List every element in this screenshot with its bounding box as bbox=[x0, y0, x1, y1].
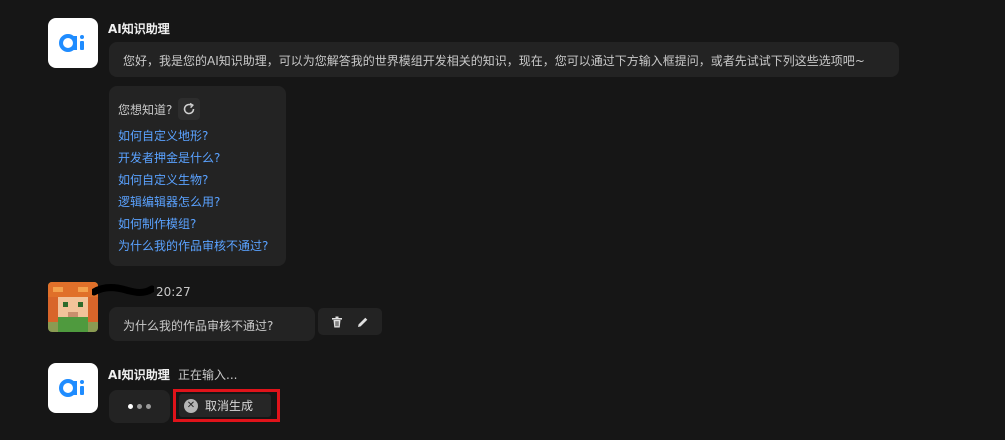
typing-status: 正在输入... bbox=[178, 368, 238, 382]
suggestion-list: 如何自定义地形? 开发者押金是什么? 如何自定义生物? 逻辑编辑器怎么用? 如何… bbox=[118, 125, 286, 257]
message-actions bbox=[318, 308, 382, 335]
ai-logo-icon bbox=[58, 32, 88, 54]
message-time: 20:27 bbox=[156, 285, 191, 299]
assistant-name: AI知识助理 bbox=[108, 368, 170, 382]
edit-icon[interactable] bbox=[353, 312, 373, 332]
assistant-avatar bbox=[48, 363, 98, 413]
suggestion-link[interactable]: 逻辑编辑器怎么用? bbox=[118, 191, 286, 213]
suggestion-card: 您想知道? 如何自定义地形? 开发者押金是什么? 如何自定义生物? 逻辑编辑器怎… bbox=[109, 86, 286, 266]
cancel-generation-button[interactable]: ✕ 取消生成 bbox=[173, 389, 280, 422]
assistant-name: AI知识助理 bbox=[108, 22, 170, 36]
suggestion-link[interactable]: 为什么我的作品审核不通过? bbox=[118, 235, 286, 257]
suggestion-link[interactable]: 开发者押金是什么? bbox=[118, 147, 286, 169]
suggestion-link[interactable]: 如何自定义生物? bbox=[118, 169, 286, 191]
delete-icon[interactable] bbox=[327, 312, 347, 332]
greeting-message: 您好，我是您的AI知识助理，可以为您解答我的世界模组开发相关的知识，现在，您可以… bbox=[109, 42, 899, 77]
assistant-avatar bbox=[48, 18, 98, 68]
ai-logo-icon bbox=[58, 377, 88, 399]
refresh-icon[interactable] bbox=[178, 98, 201, 120]
cancel-label: 取消生成 bbox=[205, 399, 254, 413]
typing-dot bbox=[146, 404, 151, 409]
user-avatar bbox=[48, 282, 98, 332]
redacted-username bbox=[90, 283, 156, 298]
suggestion-heading: 您想知道? bbox=[118, 102, 173, 117]
typing-dot bbox=[128, 404, 133, 409]
typing-dot bbox=[137, 404, 142, 409]
typing-indicator bbox=[109, 390, 170, 423]
cancel-button-body[interactable]: ✕ 取消生成 bbox=[179, 394, 271, 417]
suggestion-link[interactable]: 如何自定义地形? bbox=[118, 125, 286, 147]
suggestion-link[interactable]: 如何制作模组? bbox=[118, 213, 286, 235]
chat-window: AI知识助理 您好，我是您的AI知识助理，可以为您解答我的世界模组开发相关的知识… bbox=[0, 0, 1005, 440]
close-circle-icon: ✕ bbox=[184, 398, 198, 413]
user-message: 为什么我的作品审核不通过? bbox=[109, 307, 315, 341]
